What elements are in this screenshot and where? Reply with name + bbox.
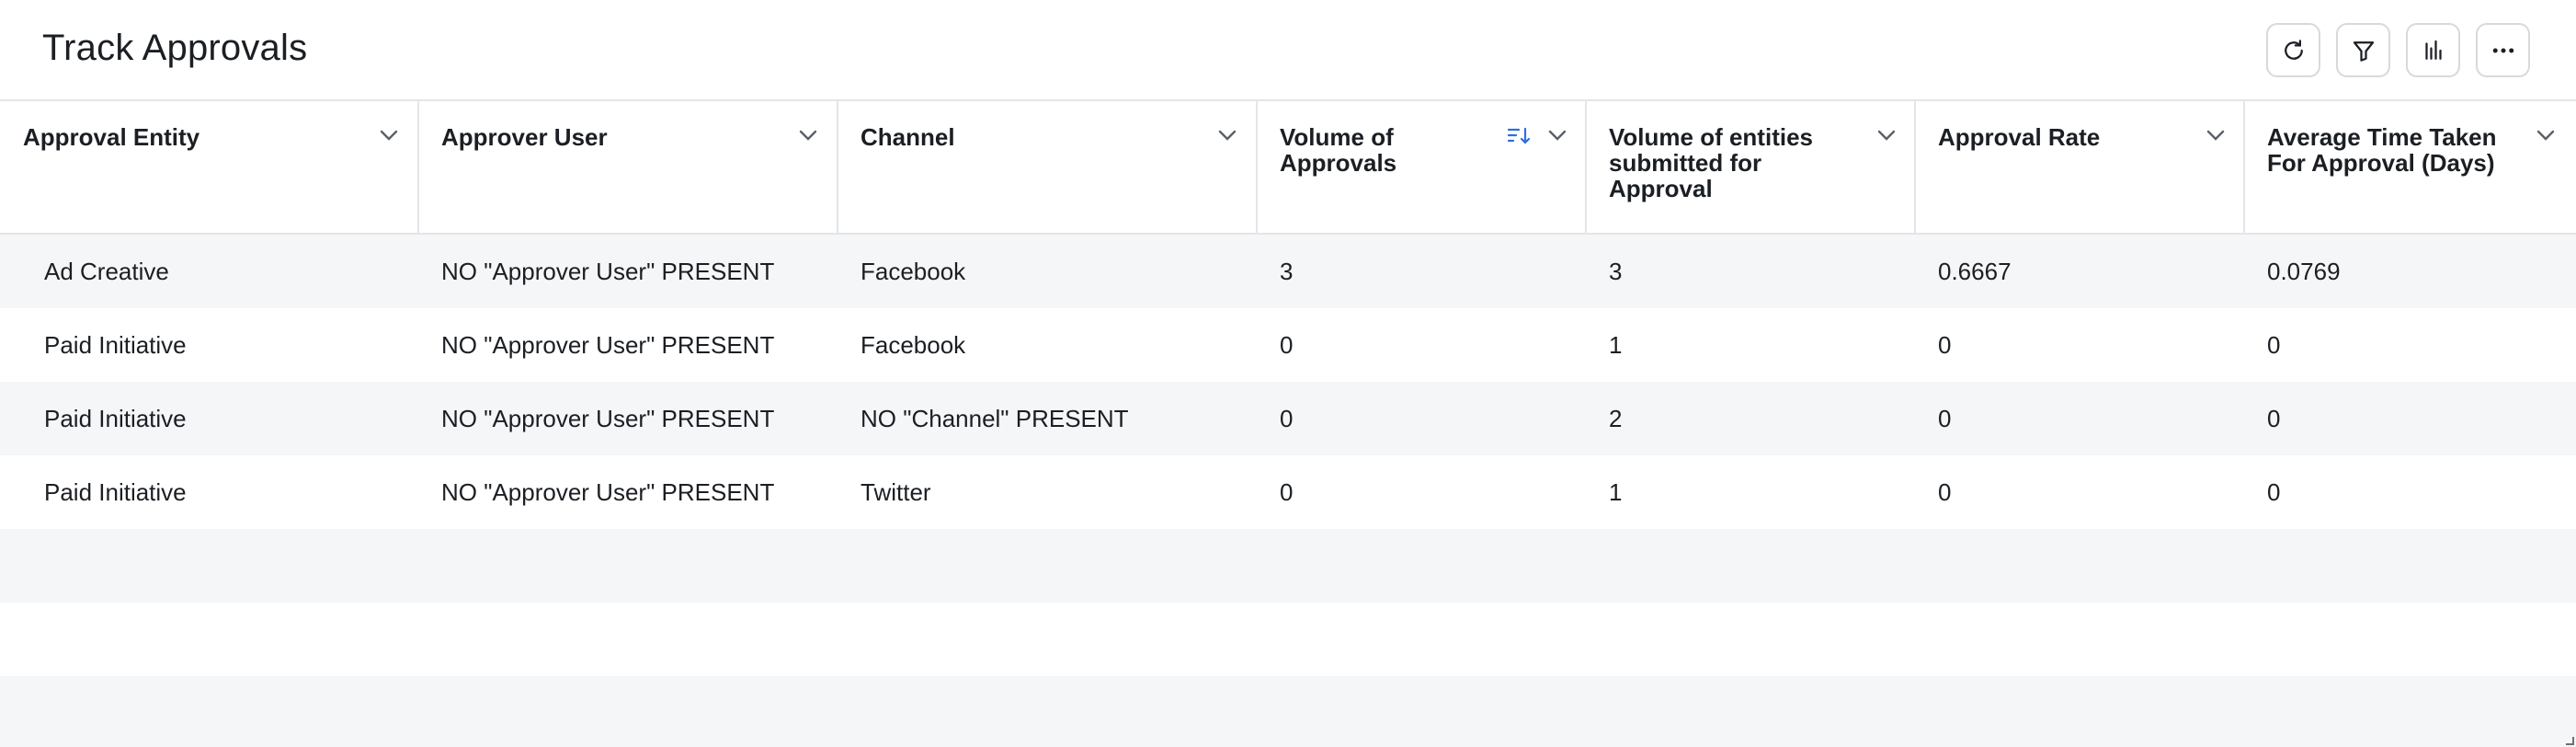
empty-row xyxy=(0,676,2576,747)
column-header-volume-of-entities[interactable]: Volume of entities submitted for Approva… xyxy=(1587,101,1916,235)
table-row[interactable]: Paid Initiative NO "Approver User" PRESE… xyxy=(0,308,2576,382)
widget-title: Track Approvals xyxy=(42,28,308,68)
cell-approval-entity: Paid Initiative xyxy=(44,478,187,506)
column-header-label: Approver User xyxy=(441,123,608,151)
cell-approver-user: NO "Approver User" PRESENT xyxy=(441,258,775,285)
column-header-label: Volume of entities submitted for Approva… xyxy=(1609,123,1813,202)
column-header-approval-entity[interactable]: Approval Entity xyxy=(0,101,419,235)
cell-volume-of-entities: 1 xyxy=(1609,331,1623,359)
sort-descending-icon[interactable] xyxy=(1506,125,1532,147)
cell-average-time: 0 xyxy=(2267,331,2281,359)
column-header-label: Approval Entity xyxy=(23,123,200,151)
cell-volume-of-entities: 1 xyxy=(1609,478,1623,506)
cell-channel: Facebook xyxy=(861,258,966,285)
cell-volume-of-entities: 2 xyxy=(1609,405,1623,432)
chevron-down-icon[interactable] xyxy=(2536,129,2556,142)
column-header-approver-user[interactable]: Approver User xyxy=(419,101,838,235)
empty-row xyxy=(0,529,2576,603)
cell-volume-of-approvals: 0 xyxy=(1280,405,1294,432)
table-row[interactable]: Paid Initiative NO "Approver User" PRESE… xyxy=(0,382,2576,455)
cell-channel: NO "Channel" PRESENT xyxy=(861,405,1129,432)
refresh-icon xyxy=(2284,39,2303,60)
cell-channel: Twitter xyxy=(861,478,931,506)
cell-approval-rate: 0.6667 xyxy=(1938,258,2012,285)
filter-icon xyxy=(2353,40,2374,62)
more-button[interactable] xyxy=(2476,23,2530,77)
approvals-table: Approval Entity Approver User Channel Vo… xyxy=(0,101,2576,747)
column-header-average-time[interactable]: Average Time Taken For Approval (Days) xyxy=(2245,101,2576,235)
more-icon xyxy=(2492,48,2513,52)
cell-average-time: 0 xyxy=(2267,478,2281,506)
chevron-down-icon[interactable] xyxy=(1876,129,1897,142)
cell-volume-of-approvals: 3 xyxy=(1280,258,1294,285)
chevron-down-icon[interactable] xyxy=(798,129,818,142)
widget-toolbar xyxy=(2266,23,2530,77)
column-header-approval-rate[interactable]: Approval Rate xyxy=(1916,101,2245,235)
chevron-down-icon[interactable] xyxy=(1217,129,1237,142)
chevron-down-icon[interactable] xyxy=(2206,129,2226,142)
column-header-label: Average Time Taken For Approval (Days) xyxy=(2267,123,2497,177)
cell-approval-entity: Paid Initiative xyxy=(44,405,187,432)
cell-average-time: 0.0769 xyxy=(2267,258,2341,285)
cell-approval-entity: Paid Initiative xyxy=(44,331,187,359)
cell-approval-rate: 0 xyxy=(1938,331,1952,359)
chevron-down-icon[interactable] xyxy=(1547,129,1567,142)
bar-chart-icon xyxy=(2424,40,2442,60)
column-header-channel[interactable]: Channel xyxy=(838,101,1258,235)
cell-volume-of-entities: 3 xyxy=(1609,258,1623,285)
chevron-down-icon[interactable] xyxy=(379,129,399,142)
filter-button[interactable] xyxy=(2336,23,2390,77)
cell-volume-of-approvals: 0 xyxy=(1280,478,1294,506)
column-header-label: Channel xyxy=(861,123,955,151)
resize-handle-icon[interactable] xyxy=(2563,734,2574,745)
table-row[interactable]: Ad Creative NO "Approver User" PRESENT F… xyxy=(0,235,2576,308)
cell-channel: Facebook xyxy=(861,331,966,359)
table-header-row: Approval Entity Approver User Channel Vo… xyxy=(0,101,2576,235)
chart-button[interactable] xyxy=(2406,23,2460,77)
cell-volume-of-approvals: 0 xyxy=(1280,331,1294,359)
refresh-button[interactable] xyxy=(2266,23,2320,77)
cell-approval-rate: 0 xyxy=(1938,405,1952,432)
table-row[interactable]: Paid Initiative NO "Approver User" PRESE… xyxy=(0,455,2576,529)
cell-approver-user: NO "Approver User" PRESENT xyxy=(441,478,775,506)
column-header-label: Approval Rate xyxy=(1938,123,2101,151)
column-header-label: Volume of Approvals xyxy=(1280,123,1397,177)
cell-approver-user: NO "Approver User" PRESENT xyxy=(441,405,775,432)
cell-average-time: 0 xyxy=(2267,405,2281,432)
column-header-volume-of-approvals[interactable]: Volume of Approvals xyxy=(1258,101,1587,235)
widget-header: Track Approvals xyxy=(0,0,2576,101)
cell-approver-user: NO "Approver User" PRESENT xyxy=(441,331,775,359)
cell-approval-rate: 0 xyxy=(1938,478,1952,506)
cell-approval-entity: Ad Creative xyxy=(44,258,169,285)
empty-row xyxy=(0,603,2576,676)
